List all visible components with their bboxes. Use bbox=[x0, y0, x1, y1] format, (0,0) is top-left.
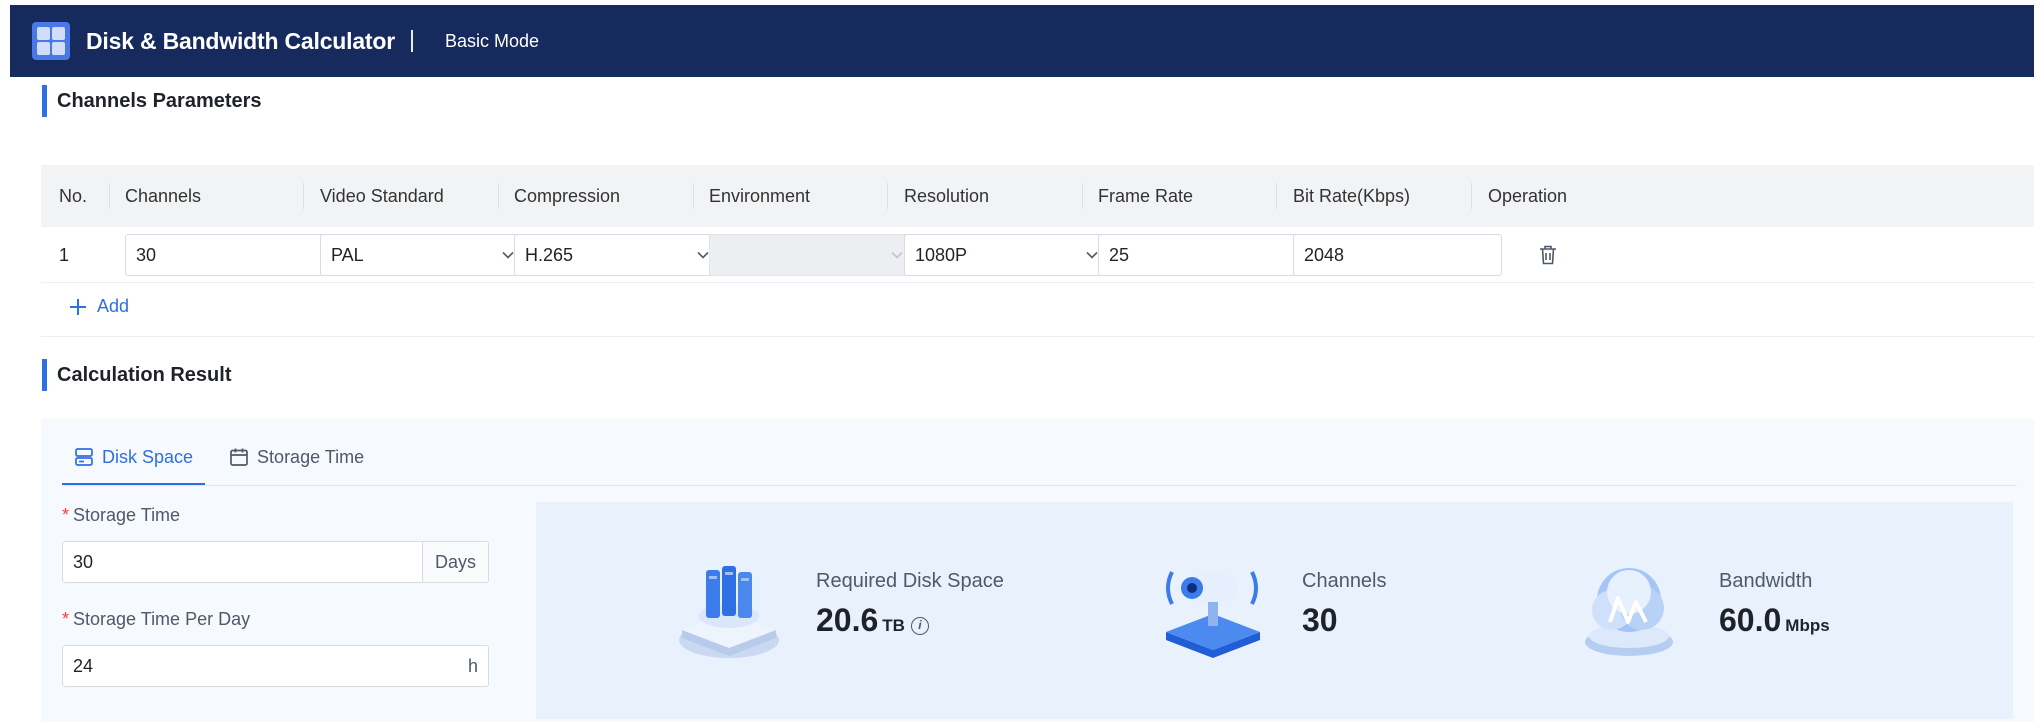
calculator-app: Disk & Bandwidth Calculator Basic Mode C… bbox=[10, 5, 2034, 722]
bandwidth-label: Bandwidth bbox=[1719, 570, 1813, 592]
channels-label: Channels bbox=[1302, 570, 1387, 592]
column-divider bbox=[109, 183, 110, 209]
column-divider bbox=[693, 183, 694, 209]
required-mark: * bbox=[62, 609, 70, 629]
disk-space-value: 20.6 TB i bbox=[816, 602, 929, 639]
calculator-logo-icon bbox=[32, 22, 70, 60]
tab-storage-time[interactable]: Storage Time bbox=[217, 437, 376, 477]
channels-input[interactable]: 30 bbox=[125, 234, 334, 276]
disk-icon bbox=[75, 448, 93, 466]
col-video-standard: Video Standard bbox=[320, 186, 444, 206]
required-mark: * bbox=[62, 505, 70, 525]
column-divider bbox=[1471, 183, 1472, 209]
delete-icon[interactable] bbox=[1536, 243, 1560, 267]
camera-illustration-icon bbox=[1166, 571, 1260, 658]
bandwidth-unit: Mbps bbox=[1785, 616, 1830, 635]
add-label: Add bbox=[97, 296, 130, 316]
storage-time-per-day-input[interactable]: 24 h bbox=[62, 645, 489, 687]
result-stats-panel: Required Disk Space 20.6 TB i Channels 30 bbox=[536, 502, 2013, 719]
hours-unit: h bbox=[467, 656, 478, 676]
channels-value: 30 bbox=[1302, 602, 1338, 638]
app-title: Disk & Bandwidth Calculator bbox=[86, 27, 395, 54]
disk-space-unit: TB bbox=[882, 616, 905, 635]
result-tabs: Disk Space Storage Time bbox=[62, 437, 376, 486]
table-row: 1 30 PAL H.265 1080P 25 2048 bbox=[41, 227, 2034, 283]
col-environment: Environment bbox=[709, 186, 811, 206]
col-frame-rate: Frame Rate bbox=[1098, 186, 1194, 206]
storage-time-per-day-label: * Storage Time Per Day bbox=[62, 609, 251, 629]
bit-rate-input[interactable]: 2048 bbox=[1293, 234, 1502, 276]
col-channels: Channels bbox=[125, 186, 202, 206]
mode-label[interactable]: Basic Mode bbox=[445, 31, 539, 52]
video-standard-value: PAL bbox=[331, 245, 364, 265]
result-section-title: Calculation Result bbox=[42, 359, 231, 391]
video-standard-select[interactable]: PAL bbox=[320, 234, 529, 276]
section-accent-bar bbox=[42, 359, 47, 391]
col-no: No. bbox=[59, 186, 88, 206]
add-row-bar: Add bbox=[41, 283, 2034, 337]
col-bit-rate: Bit Rate(Kbps) bbox=[1293, 186, 1411, 206]
row-number: 1 bbox=[59, 245, 70, 265]
compression-value: H.265 bbox=[525, 245, 574, 265]
bandwidth-value: 60.0 Mbps bbox=[1719, 602, 1830, 638]
calendar-icon bbox=[230, 448, 248, 466]
column-divider bbox=[1276, 183, 1277, 209]
tab-disk-space[interactable]: Disk Space bbox=[62, 437, 206, 486]
frame-rate-input[interactable]: 25 bbox=[1098, 234, 1308, 276]
channels-section-title: Channels Parameters bbox=[42, 85, 262, 117]
disk-illustration-icon bbox=[679, 566, 779, 658]
add-channel-button[interactable]: Add bbox=[69, 296, 129, 317]
days-unit: Days bbox=[421, 542, 488, 582]
col-resolution: Resolution bbox=[904, 186, 990, 206]
tabs-divider bbox=[62, 485, 2017, 486]
plus-icon bbox=[70, 298, 86, 315]
app-header: Disk & Bandwidth Calculator Basic Mode bbox=[10, 5, 2034, 77]
channels-table-header: No. Channels Video Standard Compression … bbox=[41, 165, 2034, 227]
result-panel: Disk Space Storage Time * Storage Time 30… bbox=[41, 419, 2034, 722]
column-divider bbox=[498, 183, 499, 209]
column-divider bbox=[303, 183, 304, 209]
info-icon[interactable]: i bbox=[910, 617, 929, 635]
title-divider bbox=[410, 30, 413, 52]
chevron-down-icon bbox=[891, 251, 903, 259]
storage-time-label: * Storage Time bbox=[62, 505, 181, 525]
storage-time-input[interactable]: 30 Days bbox=[62, 541, 489, 583]
resolution-select[interactable]: 1080P bbox=[904, 234, 1113, 276]
col-compression: Compression bbox=[514, 186, 621, 206]
cloud-illustration-icon bbox=[1585, 568, 1673, 656]
disk-space-label: Required Disk Space bbox=[816, 570, 1004, 592]
column-divider bbox=[1082, 183, 1083, 209]
resolution-value: 1080P bbox=[915, 245, 968, 265]
col-operation: Operation bbox=[1488, 186, 1568, 206]
compression-select[interactable]: H.265 bbox=[514, 234, 724, 276]
column-divider bbox=[887, 183, 888, 209]
environment-select[interactable] bbox=[709, 234, 918, 276]
section-accent-bar bbox=[42, 85, 47, 117]
